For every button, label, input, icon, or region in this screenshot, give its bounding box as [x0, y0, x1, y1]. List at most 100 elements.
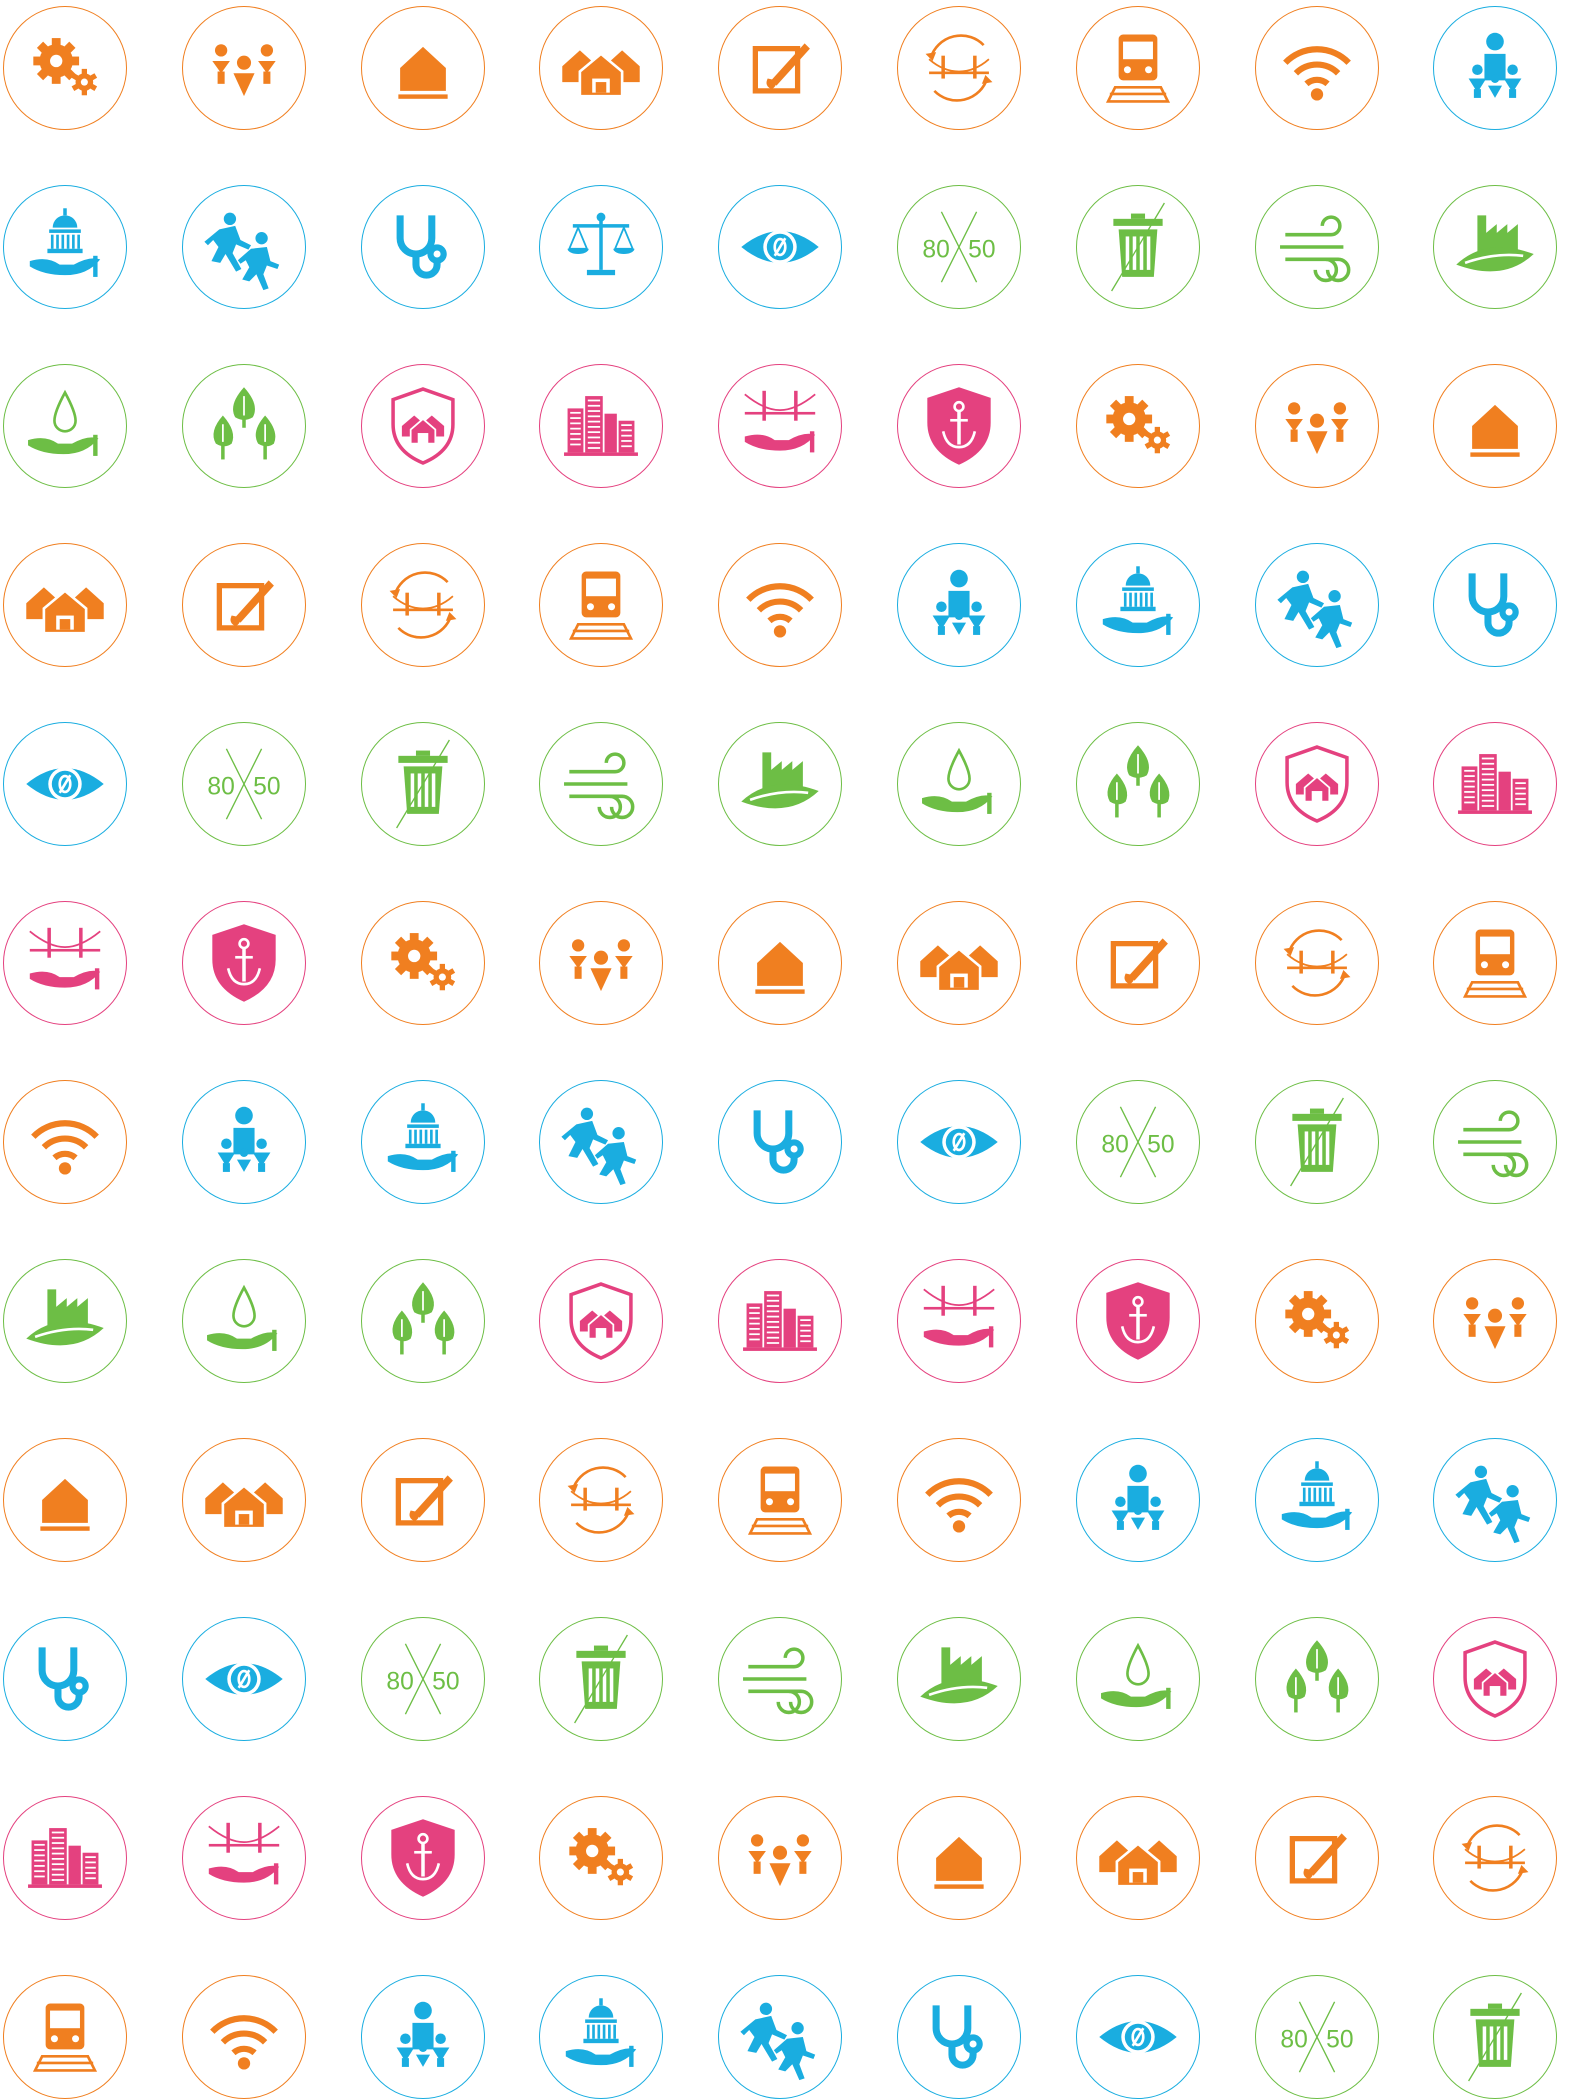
trees-badge	[1075, 722, 1200, 846]
bridge-hand-icon	[29, 927, 101, 990]
eye-zero-badge	[181, 1617, 306, 1741]
water-hand-icon	[1100, 1642, 1172, 1709]
eighty-label: 80	[207, 774, 234, 801]
shield-houses-badge	[1254, 722, 1379, 846]
anchor-shield-icon	[390, 1819, 455, 1897]
capitol-hand-icon	[1281, 1461, 1352, 1530]
houses-badge	[897, 901, 1021, 1025]
people-group-icon	[212, 44, 276, 97]
house-badge	[1433, 364, 1558, 488]
gears-badge	[1075, 364, 1200, 488]
factory-leaf-icon	[26, 1289, 104, 1346]
runners-badge	[539, 1080, 664, 1204]
train-icon	[1463, 929, 1528, 998]
anchor-shield-icon	[212, 924, 276, 1002]
city-buildings-badge	[1433, 722, 1558, 846]
capitol-hand-badge	[3, 185, 127, 309]
water-hand-badge	[1075, 1617, 1200, 1741]
family-icon	[217, 1106, 271, 1172]
80x50-icon: 80 50	[922, 211, 996, 283]
family-badge	[897, 543, 1021, 667]
wifi-icon	[746, 583, 815, 638]
bridge-hand-badge	[3, 901, 127, 1025]
people-group-icon	[1284, 402, 1349, 455]
city-buildings-icon	[743, 1291, 818, 1351]
shield-houses-icon	[1284, 745, 1349, 823]
shield-houses-badge	[539, 1259, 664, 1383]
bridge-hand-icon	[208, 1822, 280, 1885]
city-buildings-icon	[564, 396, 639, 456]
fifty-label: 50	[968, 237, 995, 264]
trash-can-badge	[360, 722, 485, 846]
trees-badge	[360, 1259, 485, 1383]
trees-icon	[392, 1282, 454, 1355]
trash-can-badge	[1433, 1975, 1558, 2099]
bridge-cycle-badge	[1433, 1796, 1558, 1920]
runners-badge	[1254, 543, 1379, 667]
trash-can-icon	[1110, 202, 1165, 292]
water-hand-badge	[181, 1259, 306, 1383]
city-buildings-badge	[539, 364, 664, 488]
eye-zero-badge	[3, 722, 127, 846]
art-easel-badge	[181, 543, 306, 667]
factory-leaf-badge	[897, 1617, 1021, 1741]
train-badge	[3, 1975, 127, 2099]
eye-zero-badge	[1075, 1975, 1200, 2099]
bridge-cycle-icon	[567, 1466, 635, 1534]
trash-can-badge	[1254, 1080, 1379, 1204]
anchor-shield-badge	[1075, 1259, 1200, 1383]
art-easel-badge	[1254, 1796, 1379, 1920]
shield-houses-icon	[569, 1282, 634, 1360]
family-badge	[1075, 1438, 1200, 1562]
justice-scales-badge	[539, 185, 664, 309]
capitol-hand-badge	[539, 1975, 664, 2099]
bridge-cycle-icon	[389, 571, 457, 639]
eye-zero-icon	[920, 1125, 998, 1159]
bridge-hand-icon	[923, 1285, 995, 1348]
bridge-hand-icon	[744, 390, 816, 453]
train-badge	[1075, 6, 1200, 130]
houses-badge	[181, 1438, 306, 1562]
family-icon	[932, 569, 986, 635]
bridge-cycle-icon	[1283, 929, 1351, 997]
runners-icon	[1276, 570, 1352, 649]
people-group-badge	[181, 6, 306, 130]
train-badge	[1433, 901, 1558, 1025]
art-easel-icon	[1110, 938, 1168, 989]
trash-can-icon	[395, 739, 450, 829]
80x50-badge: 80 50	[360, 1617, 485, 1741]
stethoscope-icon	[753, 1110, 804, 1174]
wind-badge	[718, 1617, 843, 1741]
city-buildings-badge	[3, 1796, 127, 1920]
wind-badge	[539, 722, 664, 846]
people-group-badge	[718, 1796, 843, 1920]
runners-icon	[204, 212, 279, 291]
eye-zero-icon	[205, 1662, 283, 1696]
house-icon	[1470, 404, 1521, 457]
houses-icon	[562, 50, 641, 98]
bridge-cycle-badge	[539, 1438, 664, 1562]
factory-leaf-icon	[741, 752, 819, 809]
bridge-cycle-badge	[360, 543, 485, 667]
trees-badge	[1254, 1617, 1379, 1741]
trees-icon	[1107, 745, 1170, 818]
house-icon	[397, 46, 448, 99]
houses-icon	[26, 587, 104, 635]
stethoscope-icon	[396, 215, 447, 279]
fifty-label: 50	[432, 1669, 459, 1696]
houses-badge	[1075, 1796, 1200, 1920]
shield-houses-badge	[1433, 1617, 1558, 1741]
trees-badge	[181, 364, 306, 488]
eighty-label: 80	[922, 237, 949, 264]
trees-icon	[1286, 1640, 1348, 1713]
gears-icon	[33, 38, 98, 96]
stethoscope-icon	[1468, 573, 1520, 637]
gears-badge	[1254, 1259, 1379, 1383]
capitol-hand-badge	[1075, 543, 1200, 667]
water-hand-icon	[28, 389, 99, 456]
capitol-hand-icon	[387, 1103, 458, 1172]
gears-badge	[539, 1796, 664, 1920]
art-easel-icon	[1289, 1833, 1347, 1884]
factory-leaf-icon	[920, 1647, 998, 1704]
anchor-shield-badge	[897, 364, 1021, 488]
